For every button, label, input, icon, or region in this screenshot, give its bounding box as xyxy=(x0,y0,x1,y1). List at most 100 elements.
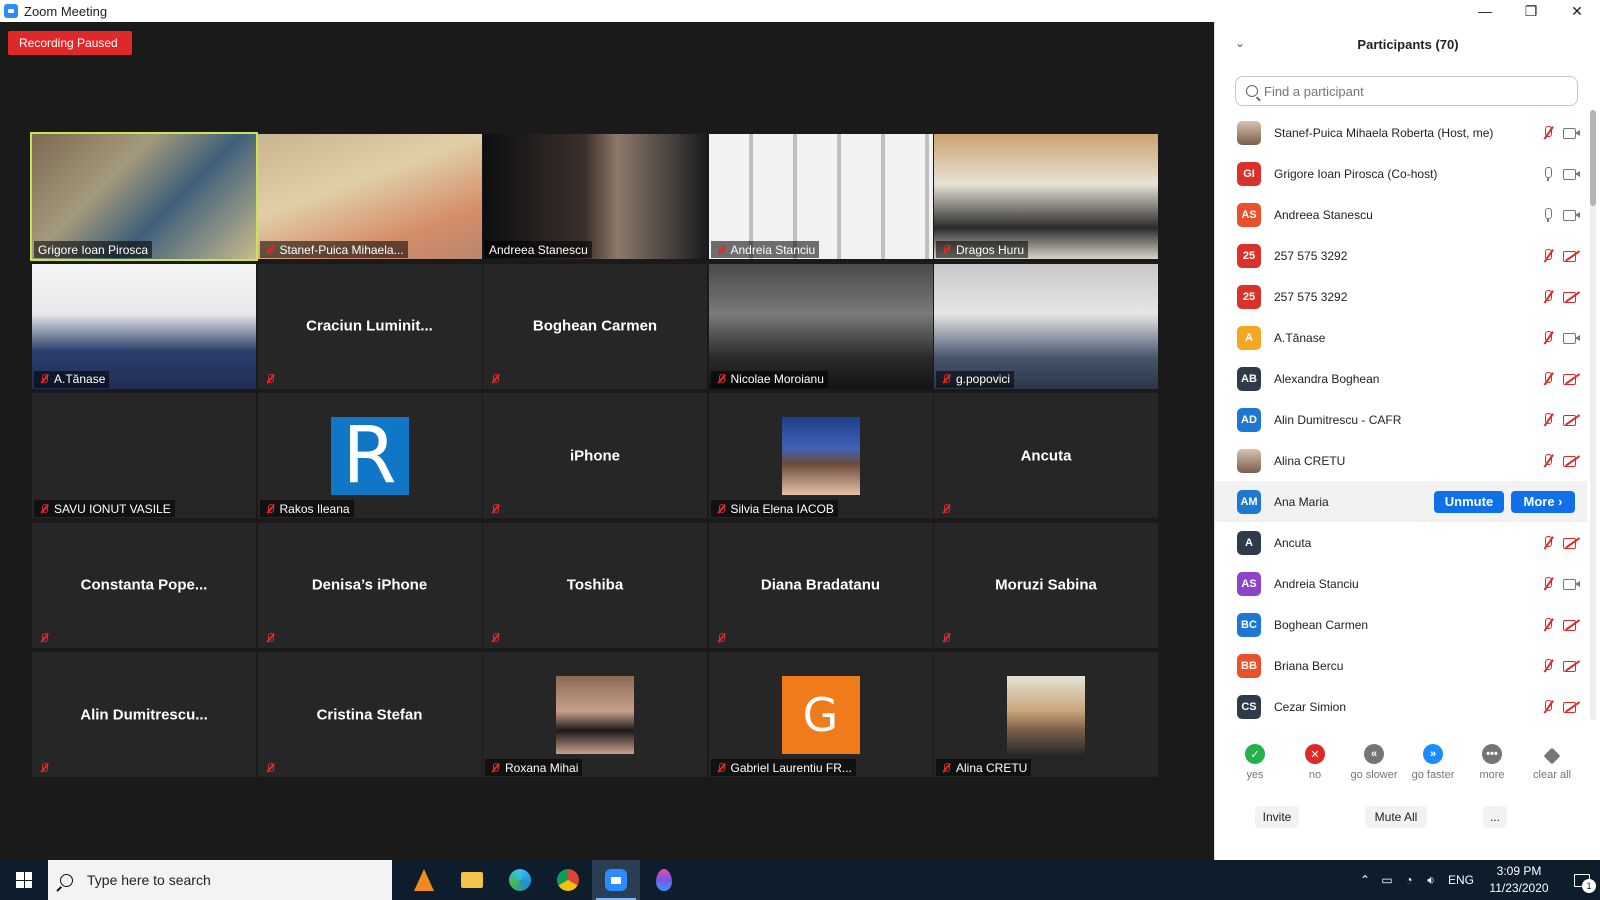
invite-button[interactable]: Invite xyxy=(1255,806,1299,828)
collapse-panel-button[interactable]: ⌄ xyxy=(1235,36,1249,50)
video-tile[interactable]: Alina CRETU xyxy=(934,652,1158,777)
participant-list-scrollbar[interactable] xyxy=(1590,110,1596,720)
reaction-more[interactable]: ••• more xyxy=(1462,744,1522,781)
camera-off-icon[interactable] xyxy=(1563,618,1581,632)
participant-row[interactable]: 25 257 575 3292 xyxy=(1215,235,1587,276)
participant-row[interactable]: AS Andreia Stanciu xyxy=(1215,563,1587,604)
mute-all-button[interactable]: Mute All xyxy=(1365,806,1427,828)
video-tile[interactable]: Alin Dumitrescu... xyxy=(32,652,256,777)
camera-off-icon[interactable] xyxy=(1563,700,1581,714)
muted-mic-icon[interactable] xyxy=(1541,125,1555,141)
microphone-icon[interactable] xyxy=(1541,207,1555,223)
volume-button[interactable]: 🔉︎ xyxy=(1420,860,1442,900)
participant-row[interactable]: A Ancuta xyxy=(1215,522,1587,563)
camera-icon[interactable] xyxy=(1563,167,1581,181)
camera-off-icon[interactable] xyxy=(1563,536,1581,550)
reaction-go-slower[interactable]: « go slower xyxy=(1344,744,1404,781)
video-tile[interactable]: Andreea Stanescu xyxy=(483,134,707,259)
video-tile[interactable]: SAVU IONUT VASILE xyxy=(32,393,256,518)
video-tile[interactable]: Craciun Luminit... xyxy=(257,263,482,389)
video-tile[interactable]: Silvia Elena IACOB xyxy=(708,393,933,518)
participant-more-button[interactable]: More › xyxy=(1511,490,1575,513)
taskbar-chrome[interactable] xyxy=(544,860,592,900)
participant-row[interactable]: 25 257 575 3292 xyxy=(1215,276,1587,317)
camera-off-icon[interactable] xyxy=(1563,249,1581,263)
muted-mic-icon[interactable] xyxy=(1541,412,1555,428)
close-button[interactable]: ✕ xyxy=(1554,0,1600,22)
video-tile[interactable]: G Gabriel Laurentiu FR... xyxy=(708,652,933,777)
camera-off-icon[interactable] xyxy=(1563,659,1581,673)
taskbar-drop-app[interactable] xyxy=(640,860,688,900)
taskbar-vlc[interactable] xyxy=(400,860,448,900)
muted-mic-icon[interactable] xyxy=(1541,248,1555,264)
video-tile[interactable]: iPhone xyxy=(483,393,707,518)
restore-button[interactable]: ❐ xyxy=(1508,0,1554,22)
scrollbar-thumb[interactable] xyxy=(1590,110,1596,206)
taskbar-zoom[interactable] xyxy=(592,860,640,900)
participant-row[interactable]: AB Alexandra Boghean xyxy=(1215,358,1587,399)
camera-off-icon[interactable] xyxy=(1563,372,1581,386)
video-tile[interactable]: g.popovici xyxy=(934,263,1158,389)
participant-search[interactable] xyxy=(1235,76,1578,106)
muted-mic-icon[interactable] xyxy=(1541,289,1555,305)
reaction-yes[interactable]: ✓ yes xyxy=(1225,744,1285,781)
muted-mic-icon[interactable] xyxy=(1541,371,1555,387)
muted-mic-icon[interactable] xyxy=(1541,617,1555,633)
camera-icon[interactable] xyxy=(1563,331,1581,345)
camera-icon[interactable] xyxy=(1563,126,1581,140)
taskbar-file-explorer[interactable] xyxy=(448,860,496,900)
more-options-button[interactable]: ... xyxy=(1483,806,1507,828)
camera-off-icon[interactable] xyxy=(1563,454,1581,468)
participant-row[interactable]: Stanef-Puica Mihaela Roberta (Host, me) xyxy=(1215,112,1587,153)
video-tile[interactable]: Denisa’s iPhone xyxy=(257,522,482,648)
participant-row[interactable]: BC Boghean Carmen xyxy=(1215,604,1587,645)
taskbar-clock[interactable]: 3:09 PM 11/23/2020 xyxy=(1484,863,1554,897)
camera-icon[interactable] xyxy=(1563,208,1581,222)
unmute-button[interactable]: Unmute xyxy=(1434,490,1504,513)
video-tile[interactable]: Moruzi Sabina xyxy=(934,522,1158,648)
video-tile[interactable]: Andreia Stanciu xyxy=(708,134,933,259)
video-tile[interactable]: Constanta Pope... xyxy=(32,522,256,648)
participant-row[interactable]: GI Grigore Ioan Pirosca (Co-host) xyxy=(1215,153,1587,194)
battery-button[interactable]: ▭ xyxy=(1376,860,1398,900)
microphone-icon[interactable] xyxy=(1541,166,1555,182)
camera-icon[interactable] xyxy=(1563,577,1581,591)
participant-search-input[interactable] xyxy=(1264,83,1564,99)
participant-row[interactable]: A A.Tănase xyxy=(1215,317,1587,358)
video-tile[interactable]: Dragos Huru xyxy=(934,134,1158,259)
language-indicator[interactable]: ENG xyxy=(1448,873,1474,887)
video-tile[interactable]: Diana Bradatanu xyxy=(708,522,933,648)
video-tile[interactable]: Stanef-Puica Mihaela... xyxy=(257,134,482,259)
muted-mic-icon[interactable] xyxy=(1541,453,1555,469)
start-button[interactable] xyxy=(0,860,48,900)
video-tile[interactable]: Toshiba xyxy=(483,522,707,648)
participant-row[interactable]: BB Briana Bercu xyxy=(1215,645,1587,686)
muted-mic-icon[interactable] xyxy=(1541,535,1555,551)
video-tile[interactable]: Ancuta xyxy=(934,393,1158,518)
participant-row[interactable]: Alina CRETU xyxy=(1215,440,1587,481)
taskbar-edge[interactable] xyxy=(496,860,544,900)
reaction-go-faster[interactable]: » go faster xyxy=(1403,744,1463,781)
muted-mic-icon[interactable] xyxy=(1541,576,1555,592)
camera-off-icon[interactable] xyxy=(1563,413,1581,427)
recording-status-badge[interactable]: Recording Paused xyxy=(8,31,132,55)
video-tile[interactable]: Roxana Mihai xyxy=(483,652,707,777)
reaction-clear-all[interactable]: clear all xyxy=(1522,744,1582,781)
reaction-no[interactable]: ✕ no xyxy=(1285,744,1345,781)
participant-row[interactable]: AD Alin Dumitrescu - CAFR xyxy=(1215,399,1587,440)
muted-mic-icon[interactable] xyxy=(1541,330,1555,346)
video-tile[interactable]: A.Tănase xyxy=(32,263,256,389)
participant-row[interactable]: AM Ana Maria Unmute More › xyxy=(1215,481,1587,522)
muted-mic-icon[interactable] xyxy=(1541,699,1555,715)
video-tile[interactable]: Grigore Ioan Pirosca xyxy=(30,132,258,261)
minimize-button[interactable]: — xyxy=(1462,0,1508,22)
taskbar-search[interactable]: Type here to search xyxy=(48,860,392,900)
video-tile[interactable]: Boghean Carmen xyxy=(483,263,707,389)
video-tile[interactable]: R Rakos Ileana xyxy=(257,393,482,518)
muted-mic-icon[interactable] xyxy=(1541,658,1555,674)
camera-off-icon[interactable] xyxy=(1563,290,1581,304)
video-tile[interactable]: Cristina Stefan xyxy=(257,652,482,777)
participant-row[interactable]: CS Cezar Simion xyxy=(1215,686,1587,724)
network-button[interactable]: ◔ xyxy=(1398,860,1420,900)
action-center-button[interactable]: 1 xyxy=(1564,860,1600,900)
